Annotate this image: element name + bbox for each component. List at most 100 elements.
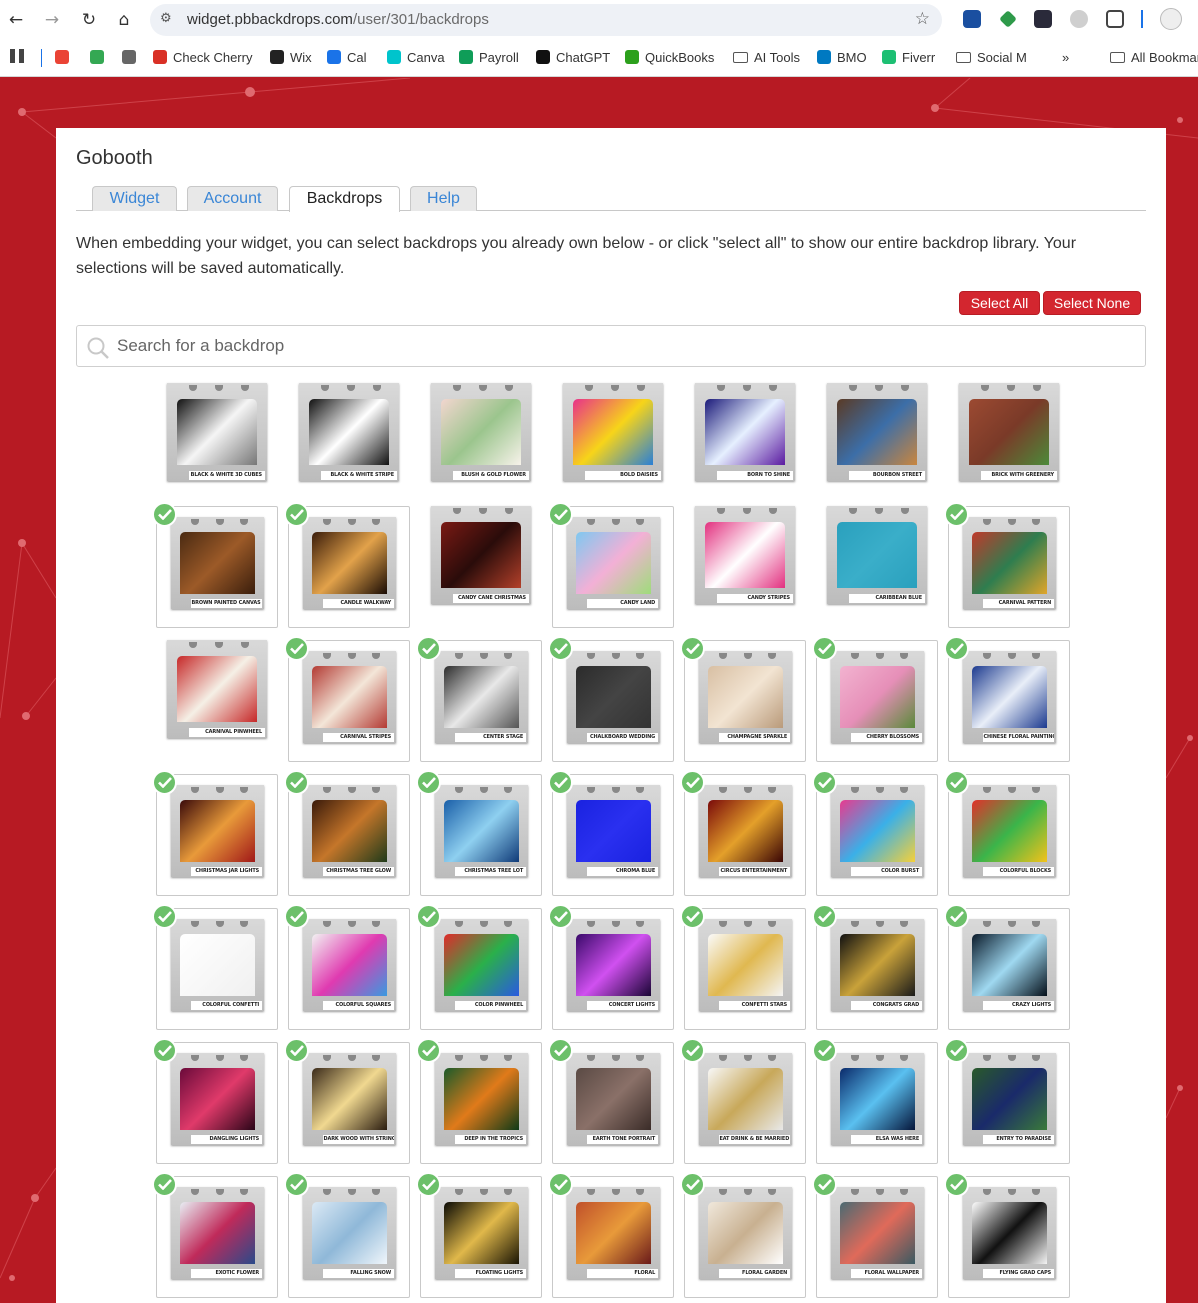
- reload-icon[interactable]: ↻: [79, 10, 99, 30]
- bookmark-social-m[interactable]: Social M: [956, 49, 1027, 67]
- profile-avatar[interactable]: [1160, 8, 1182, 30]
- backdrop-item[interactable]: FLORAL: [548, 1172, 674, 1298]
- url-text[interactable]: widget.pbbackdrops.com/user/301/backdrop…: [187, 11, 489, 28]
- backdrop-item[interactable]: CHROMA BLUE: [548, 770, 674, 896]
- backdrop-item[interactable]: CHINESE FLORAL PAINTING: [944, 636, 1070, 762]
- backdrop-item[interactable]: BRICK WITH GREENERY: [948, 383, 1070, 505]
- backdrop-item[interactable]: COLOR BURST: [812, 770, 938, 896]
- backdrop-item[interactable]: CANDY STRIPES: [684, 506, 806, 628]
- backdrop-item[interactable]: CIRCUS ENTERTAINMENT: [680, 770, 806, 896]
- bookmark-drive-icon[interactable]: [90, 49, 110, 67]
- backdrop-item[interactable]: BROWN PAINTED CANVAS: [152, 502, 278, 628]
- backdrop-item[interactable]: COLOR PINWHEEL: [416, 904, 542, 1030]
- backdrop-item[interactable]: BOLD DAISIES: [552, 383, 674, 505]
- site-info-icon[interactable]: ⚙: [160, 11, 172, 26]
- backdrop-item[interactable]: EXOTIC FLOWER: [152, 1172, 278, 1298]
- backdrop-item[interactable]: BOURBON STREET: [816, 383, 938, 505]
- backdrop-item[interactable]: CHAMPAGNE SPARKLE: [680, 636, 806, 762]
- back-icon[interactable]: ←: [6, 10, 26, 30]
- backdrop-item[interactable]: CANDY LAND: [548, 502, 674, 628]
- lamp-icon: [371, 920, 380, 927]
- backdrop-item[interactable]: BLUSH & GOLD FLOWER: [420, 383, 542, 505]
- backdrop-item[interactable]: ELSA WAS HERE: [812, 1038, 938, 1164]
- backdrop-item[interactable]: DANGLING LIGHTS: [152, 1038, 278, 1164]
- backdrop-item[interactable]: CARNIVAL STRIPES: [284, 636, 410, 762]
- backdrop-item[interactable]: CONCERT LIGHTS: [548, 904, 674, 1030]
- checkmark-icon: [680, 904, 705, 929]
- bookmark-chatgpt[interactable]: ChatGPT: [536, 49, 610, 67]
- backdrop-item[interactable]: CRAZY LIGHTS: [944, 904, 1070, 1030]
- backdrop-image: [309, 398, 389, 466]
- backdrop-item[interactable]: ENTRY TO PARADISE: [944, 1038, 1070, 1164]
- backdrop-item[interactable]: CHALKBOARD WEDDING: [548, 636, 674, 762]
- forward-icon[interactable]: →: [42, 10, 62, 30]
- checkmark-icon: [284, 636, 309, 661]
- extension-icon[interactable]: [963, 10, 981, 28]
- backdrop-item[interactable]: CONFETTI STARS: [680, 904, 806, 1030]
- app-icon: [122, 50, 136, 64]
- backdrop-image: [840, 1067, 915, 1131]
- bookmark-gmail-icon[interactable]: [55, 49, 75, 67]
- bookmark-fiverr[interactable]: Fiverr: [882, 49, 935, 67]
- bookmark-all-bookmarks[interactable]: All Bookmarks: [1110, 49, 1198, 67]
- backdrop-item[interactable]: DARK WOOD WITH STRING LIGHTS: [284, 1038, 410, 1164]
- address-bar[interactable]: ⚙ widget.pbbackdrops.com/user/301/backdr…: [150, 4, 942, 36]
- backdrop-item[interactable]: COLORFUL SQUARES: [284, 904, 410, 1030]
- bookmark-cal[interactable]: Cal: [327, 49, 367, 67]
- backdrop-item[interactable]: CHRISTMAS JAR LIGHTS: [152, 770, 278, 896]
- bookmark-check-cherry[interactable]: Check Cherry: [153, 49, 252, 67]
- backdrop-item[interactable]: FALLING SNOW: [284, 1172, 410, 1298]
- backdrop-item[interactable]: COLORFUL CONFETTI: [152, 904, 278, 1030]
- backdrop-item[interactable]: CHRISTMAS TREE LOT: [416, 770, 542, 896]
- checkmark-icon: [812, 1172, 837, 1197]
- backdrop-image: [576, 1201, 651, 1265]
- backdrop-item[interactable]: FLORAL GARDEN: [680, 1172, 806, 1298]
- backdrop-thumbnail: CARNIVAL PATTERN: [963, 517, 1056, 609]
- bookmark-app-icon[interactable]: [122, 49, 142, 67]
- backdrop-item[interactable]: CHRISTMAS TREE GLOW: [284, 770, 410, 896]
- extension-icon[interactable]: [999, 10, 1017, 28]
- backdrop-item[interactable]: BORN TO SHINE: [684, 383, 806, 505]
- home-icon[interactable]: ⌂: [114, 10, 134, 30]
- backdrop-item[interactable]: EAT DRINK & BE MARRIED: [680, 1038, 806, 1164]
- bookmark-payroll[interactable]: Payroll: [459, 49, 519, 67]
- backdrop-name: CANDY CANE CHRISTMAS: [453, 594, 529, 603]
- bookmark--[interactable]: »: [1062, 49, 1069, 67]
- bookmark-canva[interactable]: Canva: [387, 49, 445, 67]
- bookmark-star-icon[interactable]: ☆: [915, 9, 930, 29]
- backdrop-item[interactable]: DEEP IN THE TROPICS: [416, 1038, 542, 1164]
- lamp-icon: [875, 786, 884, 793]
- backdrop-item[interactable]: FLORAL WALLPAPER: [812, 1172, 938, 1298]
- calendar-icon: [327, 50, 341, 64]
- lamp-icon: [505, 507, 513, 514]
- backdrop-item[interactable]: EARTH TONE PORTRAIT: [548, 1038, 674, 1164]
- backdrop-item[interactable]: FLYING GRAD CAPS: [944, 1172, 1070, 1298]
- backdrop-item[interactable]: CENTER STAGE: [416, 636, 542, 762]
- backdrop-item[interactable]: FLOATING LIGHTS: [416, 1172, 542, 1298]
- backdrop-item[interactable]: CANDLE WALKWAY: [284, 502, 410, 628]
- backdrop-item[interactable]: CANDY CANE CHRISTMAS: [420, 506, 542, 628]
- backdrop-item[interactable]: CHERRY BLOSSOMS: [812, 636, 938, 762]
- backdrop-item[interactable]: CARNIVAL PATTERN: [944, 502, 1070, 628]
- bookmark-quickbooks[interactable]: QuickBooks: [625, 49, 714, 67]
- bookmark-ai-tools[interactable]: AI Tools: [733, 49, 800, 67]
- lamp-icon: [321, 384, 329, 391]
- apps-grid-icon[interactable]: [10, 49, 24, 67]
- backdrop-item[interactable]: BLACK & WHITE STRIPE: [288, 383, 410, 505]
- backdrop-thumbnail: CHERRY BLOSSOMS: [831, 651, 924, 743]
- extension-icon[interactable]: [1034, 10, 1052, 28]
- backdrop-thumbnail: BRICK WITH GREENERY: [959, 383, 1059, 481]
- backdrop-item[interactable]: CONGRATS GRAD: [812, 904, 938, 1030]
- bookmark-bmo[interactable]: BMO: [817, 49, 867, 67]
- backdrop-item[interactable]: BLACK & WHITE 3D CUBES: [156, 383, 278, 505]
- puzzle-icon[interactable]: [1106, 10, 1124, 28]
- backdrop-item[interactable]: CARIBBEAN BLUE: [816, 506, 938, 628]
- lamp-icon: [719, 920, 728, 927]
- bookmark-wix[interactable]: Wix: [270, 49, 312, 67]
- backdrop-item[interactable]: COLORFUL BLOCKS: [944, 770, 1070, 896]
- extension-icon[interactable]: [1070, 10, 1088, 28]
- backdrop-image: [576, 933, 651, 997]
- backdrop-name: BROWN PAINTED CANVAS: [191, 599, 263, 608]
- backdrop-item[interactable]: CARNIVAL PINWHEEL: [156, 640, 278, 762]
- lamp-icon: [851, 1188, 860, 1195]
